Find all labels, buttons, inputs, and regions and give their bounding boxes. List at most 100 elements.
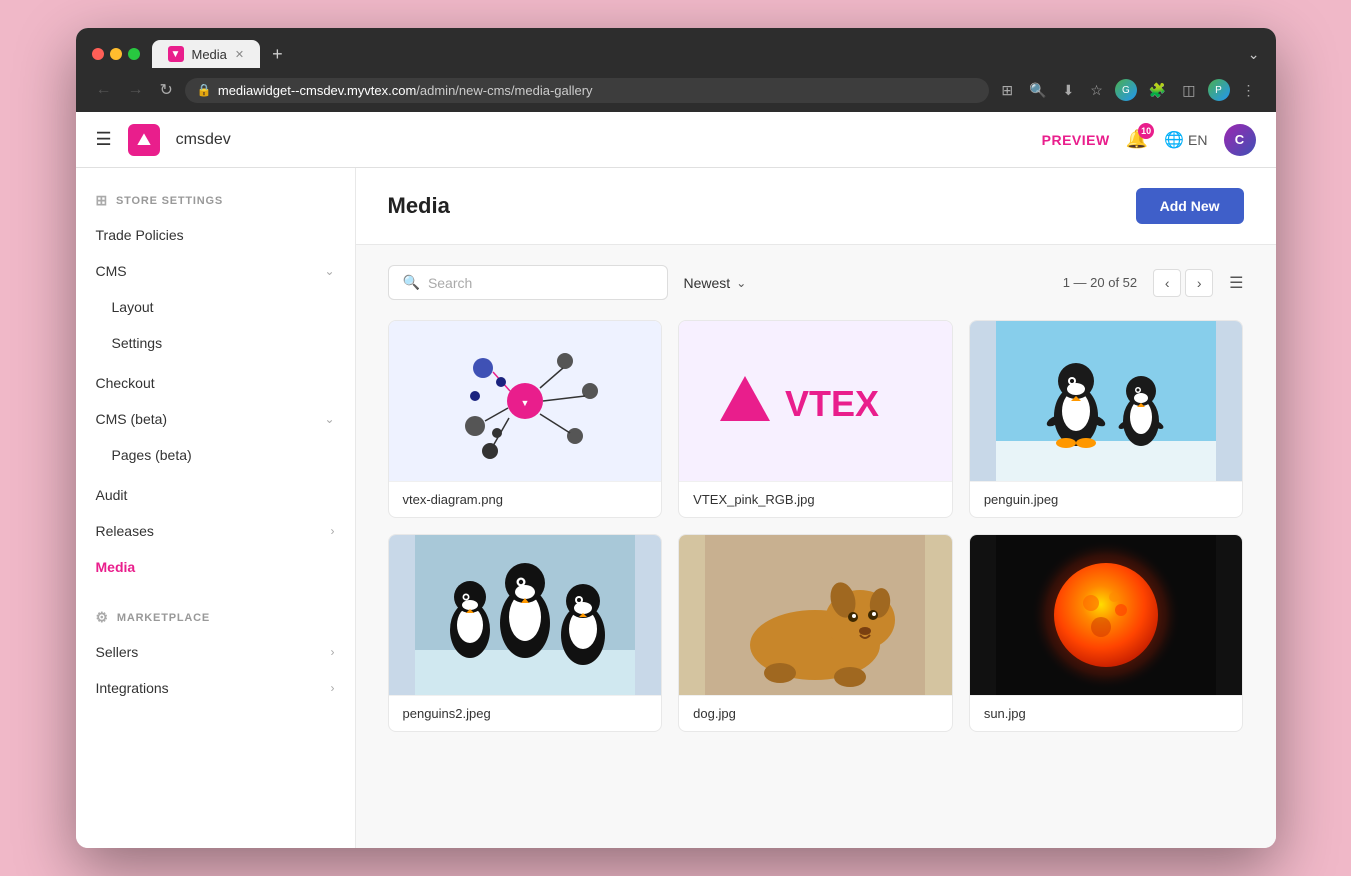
vtex-logo-icon — [134, 130, 154, 150]
address-path: /admin/new-cms/media-gallery — [416, 83, 592, 98]
notification-button[interactable]: 🔔 10 — [1126, 129, 1148, 150]
cms-beta-group: CMS (beta) ⌄ Pages (beta) — [76, 401, 355, 473]
prev-page-button[interactable]: ‹ — [1153, 269, 1181, 297]
search-box[interactable]: 🔍 Search — [388, 265, 668, 300]
sidebar-item-integrations[interactable]: Integrations › — [76, 670, 355, 706]
media-card-dog[interactable]: dog.jpg — [678, 534, 953, 732]
media-card-vtex-pink[interactable]: VTEX VTEX_pink_RGB.jpg — [678, 320, 953, 518]
sidebar-item-audit[interactable]: Audit — [76, 477, 355, 513]
back-button[interactable]: ← — [92, 77, 116, 103]
notification-badge: 10 — [1138, 123, 1154, 139]
address-domain: mediawidget--cmsdev.myvtex.com — [218, 83, 416, 98]
tab-expand-icon: ⌄ — [1248, 46, 1260, 63]
browser-titlebar: ▼ Media ✕ + ⌄ — [76, 28, 1276, 76]
marketplace-icon: ⚙ — [96, 609, 109, 626]
marketplace-section: ⚙ MARKETPLACE — [76, 601, 355, 634]
extensions-icon[interactable]: 🧩 — [1145, 78, 1170, 103]
sort-chevron-icon: ⌄ — [736, 276, 746, 290]
media-controls: 🔍 Search Newest ⌄ 1 — 20 of 52 ‹ › ☰ — [356, 245, 1276, 320]
sellers-chevron-icon: › — [331, 645, 335, 659]
zoom-icon[interactable]: 🔍 — [1025, 78, 1050, 103]
sidebar-item-media[interactable]: Media — [76, 549, 355, 585]
sidebar-item-pages-beta[interactable]: Pages (beta) — [76, 437, 355, 473]
media-card-penguin[interactable]: penguin.jpeg — [969, 320, 1244, 518]
sidebar-item-layout[interactable]: Layout — [76, 289, 355, 325]
media-thumb-sun — [970, 535, 1243, 695]
penguin-svg — [996, 321, 1216, 481]
minimize-window-button[interactable] — [110, 48, 122, 60]
sidebar-item-trade-policies[interactable]: Trade Policies — [76, 217, 355, 253]
maximize-window-button[interactable] — [128, 48, 140, 60]
sidebar-toggle-icon[interactable]: ◫ — [1178, 78, 1199, 103]
svg-text:VTEX: VTEX — [785, 383, 879, 424]
hamburger-menu-button[interactable]: ☰ — [96, 129, 112, 150]
browser-addressbar: ← → ↻ 🔒 mediawidget--cmsdev.myvtex.com/a… — [76, 76, 1276, 112]
media-label-penguin: penguin.jpeg — [970, 481, 1243, 517]
browser-profile-avatar[interactable]: P — [1208, 79, 1230, 101]
bookmark-icon[interactable]: ☆ — [1086, 78, 1107, 103]
next-page-button[interactable]: › — [1185, 269, 1213, 297]
cms-group: CMS ⌄ Layout Settings — [76, 253, 355, 361]
store-settings-icon: ⊞ — [96, 192, 109, 209]
address-bar[interactable]: 🔒 mediawidget--cmsdev.myvtex.com/admin/n… — [185, 78, 989, 103]
page-title: Media — [388, 193, 450, 219]
media-label-dog: dog.jpg — [679, 695, 952, 731]
tab-title: Media — [192, 47, 227, 62]
media-label-vtex-pink: VTEX_pink_RGB.jpg — [679, 481, 952, 517]
media-card-penguins2[interactable]: penguins2.jpeg — [388, 534, 663, 732]
sidebar-item-checkout[interactable]: Checkout — [76, 365, 355, 401]
search-icon: 🔍 — [403, 274, 420, 291]
content-header: Media Add New — [356, 168, 1276, 245]
vtex-logo-svg: VTEX — [715, 361, 915, 441]
penguins2-svg — [415, 535, 635, 695]
forward-button[interactable]: → — [124, 77, 148, 103]
user-avatar[interactable]: C — [1224, 124, 1256, 156]
marketplace-label: MARKETPLACE — [117, 612, 210, 624]
browser-tabs: ▼ Media ✕ + ⌄ — [152, 40, 1260, 68]
top-nav: ☰ cmsdev PREVIEW 🔔 10 🌐 EN C — [76, 112, 1276, 168]
content-area: Media Add New 🔍 Search Newest ⌄ 1 — 20 o… — [356, 168, 1276, 848]
translate-icon[interactable]: ⊞ — [997, 78, 1017, 103]
view-toggle-button[interactable]: ☰ — [1229, 273, 1243, 293]
preview-button[interactable]: PREVIEW — [1042, 132, 1110, 148]
sidebar-item-cms[interactable]: CMS ⌄ — [76, 253, 355, 289]
browser-menu-icon[interactable]: ⋮ — [1238, 78, 1260, 103]
sidebar-item-releases[interactable]: Releases › — [76, 513, 355, 549]
language-selector[interactable]: 🌐 EN — [1164, 130, 1207, 150]
sun-svg — [996, 535, 1216, 695]
cms-beta-chevron-icon: ⌄ — [324, 412, 334, 426]
svg-text:▼: ▼ — [520, 398, 529, 408]
globe-icon: 🌐 — [1164, 130, 1184, 150]
pagination-buttons: ‹ › — [1153, 269, 1213, 297]
dog-svg — [705, 535, 925, 695]
media-label-sun: sun.jpg — [970, 695, 1243, 731]
sidebar-item-sellers[interactable]: Sellers › — [76, 634, 355, 670]
reload-button[interactable]: ↻ — [156, 76, 177, 104]
media-thumb-penguin — [970, 321, 1243, 481]
media-card-sun[interactable]: sun.jpg — [969, 534, 1244, 732]
releases-chevron-icon: › — [331, 524, 335, 538]
media-card-vtex-diagram[interactable]: ▼ — [388, 320, 663, 518]
search-placeholder: Search — [428, 275, 472, 291]
sidebar-item-settings[interactable]: Settings — [76, 325, 355, 361]
sort-selector[interactable]: Newest ⌄ — [684, 275, 747, 291]
media-thumb-vtex-diagram: ▼ — [389, 321, 662, 481]
brand-name: cmsdev — [176, 131, 231, 149]
download-icon[interactable]: ⬇ — [1059, 78, 1079, 103]
active-tab[interactable]: ▼ Media ✕ — [152, 40, 261, 68]
new-tab-button[interactable]: + — [264, 44, 291, 65]
vtex-diagram-svg: ▼ — [435, 336, 615, 466]
browser-account-avatar[interactable]: G — [1115, 79, 1137, 101]
tab-close-button[interactable]: ✕ — [235, 48, 244, 61]
store-settings-label: STORE SETTINGS — [116, 195, 223, 207]
add-new-button[interactable]: Add New — [1136, 188, 1244, 224]
tab-favicon-icon: ▼ — [168, 46, 184, 62]
sort-label: Newest — [684, 275, 731, 291]
traffic-lights — [92, 48, 140, 60]
sidebar-item-cms-beta[interactable]: CMS (beta) ⌄ — [76, 401, 355, 437]
browser-toolbar-icons: ⊞ 🔍 ⬇ ☆ G 🧩 ◫ P ⋮ — [997, 78, 1259, 103]
cms-chevron-icon: ⌄ — [324, 264, 334, 278]
app-container: ☰ cmsdev PREVIEW 🔔 10 🌐 EN C — [76, 112, 1276, 848]
browser-window: ▼ Media ✕ + ⌄ ← → ↻ 🔒 mediawidget--cmsde… — [76, 28, 1276, 848]
close-window-button[interactable] — [92, 48, 104, 60]
